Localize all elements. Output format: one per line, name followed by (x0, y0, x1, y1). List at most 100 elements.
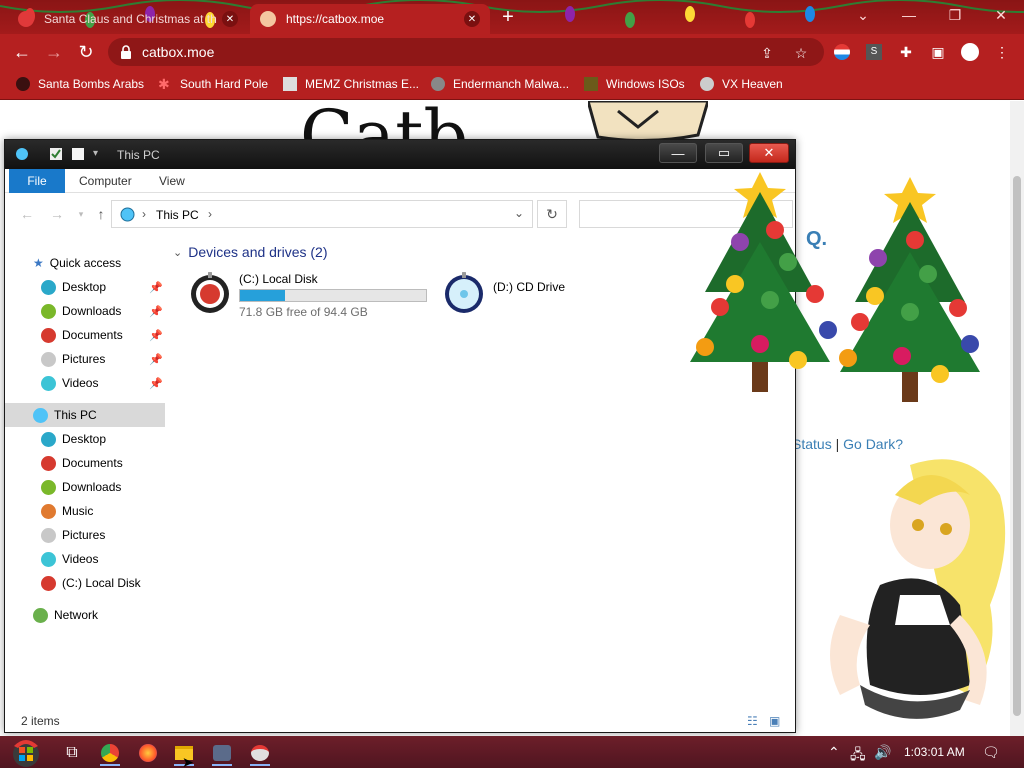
large-icons-view-icon[interactable]: ▣ (769, 714, 785, 728)
status-link[interactable]: Status (792, 436, 832, 452)
cd-drive-icon (445, 272, 483, 313)
nav-quick-downloads[interactable]: Downloads 📌 (5, 299, 165, 323)
tab-santa-claus[interactable]: Santa Claus and Christmas at th ✕ (8, 4, 248, 34)
minimize-button[interactable]: — (886, 0, 932, 30)
go-dark-link[interactable]: Go Dark? (843, 436, 903, 452)
properties-icon[interactable] (49, 147, 63, 161)
explorer-address-bar[interactable]: › This PC › ⌄ (111, 200, 533, 228)
drive-name: (C:) Local Disk (239, 272, 318, 286)
explorer-maximize-button[interactable]: ▭ (705, 143, 743, 163)
up-icon[interactable]: ↑ (93, 206, 109, 222)
nav-pc-documents[interactable]: Documents (5, 451, 165, 475)
close-tab-icon[interactable]: ✕ (222, 11, 238, 27)
lock-icon (121, 45, 131, 59)
chrome-menu-icon[interactable]: ⋮ (992, 42, 1012, 62)
music-icon (41, 503, 56, 519)
nav-quick-documents[interactable]: Documents 📌 (5, 323, 165, 347)
firefox-icon[interactable] (134, 740, 162, 766)
details-view-icon[interactable]: ☷ (747, 714, 763, 728)
address-bar[interactable]: catbox.moe ⇪ ☆ (108, 38, 824, 66)
nav-pc-pictures[interactable]: Pictures (5, 523, 165, 547)
extensions-puzzle-icon[interactable]: ✚ (896, 42, 916, 62)
breadcrumb-this-pc[interactable]: This PC (156, 208, 199, 222)
pin-icon: 📌 (149, 329, 163, 342)
back-icon[interactable]: ← (10, 40, 34, 64)
share-icon[interactable]: ⇪ (758, 44, 776, 62)
address-dropdown-icon[interactable]: ⌄ (514, 206, 524, 220)
close-window-button[interactable]: ✕ (978, 0, 1024, 30)
forward-icon[interactable]: → (49, 206, 65, 222)
nav-pc-downloads[interactable]: Downloads (5, 475, 165, 499)
start-button-icon[interactable] (8, 736, 44, 768)
bookmark-icon (16, 77, 30, 91)
nav-pc-local-disk[interactable]: (C:) Local Disk (5, 571, 165, 595)
nav-quick-access[interactable]: ★ Quick access (5, 251, 165, 275)
drive-d[interactable]: (D:) CD Drive (443, 272, 593, 320)
back-icon[interactable]: ← (19, 206, 35, 222)
nav-pc-desktop[interactable]: Desktop (5, 427, 165, 451)
show-hidden-icons-icon[interactable]: ⌃ (828, 744, 840, 761)
nav-pc-music[interactable]: Music (5, 499, 165, 523)
active-indicator (250, 764, 270, 766)
group-header-devices[interactable]: ⌄ Devices and drives (2) (173, 244, 328, 260)
pin-icon: 📌 (149, 281, 163, 294)
side-panel-icon[interactable]: ▣ (928, 42, 948, 62)
recent-locations-icon[interactable]: ▾ (73, 206, 89, 222)
bookmark-memz[interactable]: MEMZ Christmas E... (283, 77, 419, 91)
nav-network[interactable]: Network (5, 603, 165, 627)
url-text: catbox.moe (142, 44, 215, 60)
tab-search-icon[interactable]: ⌄ (840, 0, 886, 30)
explorer-close-button[interactable]: ✕ (749, 143, 789, 163)
clock[interactable]: 1:03:01 AM (904, 745, 965, 759)
nav-quick-videos[interactable]: Videos 📌 (5, 371, 165, 395)
bookmark-santa-bombs[interactable]: Santa Bombs Arabs (16, 77, 144, 91)
breadcrumb-chevron-icon[interactable]: › (208, 207, 212, 221)
profile-avatar-icon[interactable] (960, 42, 980, 62)
network-icon[interactable]: 🖧 (850, 744, 866, 768)
scrollbar-thumb[interactable] (1013, 176, 1021, 716)
bookmark-vx-heaven[interactable]: VX Heaven (700, 77, 783, 91)
task-view-icon[interactable]: ⧉ (58, 740, 86, 766)
tab-view[interactable]: View (145, 169, 199, 193)
restore-button[interactable]: ❐ (932, 0, 978, 30)
app-icon[interactable] (208, 740, 236, 766)
drive-usage-fill (240, 290, 285, 301)
bookmark-icon (700, 77, 714, 91)
reload-icon[interactable]: ↻ (74, 40, 98, 64)
customize-quick-access-icon[interactable]: ▾ (93, 148, 107, 162)
volume-icon[interactable]: 🔊 (874, 744, 891, 761)
nav-quick-pictures[interactable]: Pictures 📌 (5, 347, 165, 371)
app-icon-2[interactable] (246, 740, 274, 766)
drive-free-space: 71.8 GB free of 94.4 GB (239, 305, 368, 319)
new-folder-icon[interactable] (71, 147, 85, 161)
nav-pc-videos[interactable]: Videos (5, 547, 165, 571)
close-tab-icon[interactable]: ✕ (464, 11, 480, 27)
tab-file[interactable]: File (9, 169, 65, 193)
active-indicator (212, 764, 232, 766)
nav-this-pc[interactable]: This PC (5, 403, 165, 427)
bookmark-endermanch[interactable]: Endermanch Malwa... (431, 77, 569, 91)
refresh-button[interactable]: ↻ (537, 200, 567, 228)
tab-catbox[interactable]: https://catbox.moe ✕ (250, 4, 490, 34)
bookmark-star-icon[interactable]: ☆ (792, 44, 810, 62)
nav-quick-desktop[interactable]: Desktop 📌 (5, 275, 165, 299)
bookmark-south-hard-pole[interactable]: ✱ South Hard Pole (158, 77, 268, 91)
snowflake-icon: ✱ (158, 76, 170, 92)
new-tab-button[interactable]: + (496, 6, 520, 30)
extension-s-icon[interactable]: S (864, 42, 884, 62)
link-separator: | (835, 436, 840, 452)
drive-c[interactable]: (C:) Local Disk 71.8 GB free of 94.4 GB (189, 272, 439, 320)
address-row: ← → ▾ ↑ › This PC › ⌄ ↻ (5, 198, 795, 230)
explorer-minimize-button[interactable]: — (659, 143, 697, 163)
chrome-icon[interactable] (96, 740, 124, 766)
christmas-tree-decoration (690, 172, 837, 392)
forward-icon[interactable]: → (42, 40, 66, 64)
explorer-title-bar[interactable]: ▾ This PC — ▭ ✕ (5, 140, 795, 169)
bookmark-windows-isos[interactable]: Windows ISOs (584, 77, 685, 91)
tab-computer[interactable]: Computer (65, 169, 146, 193)
pictures-icon (41, 351, 56, 367)
notification-icon[interactable]: 🗨 (982, 744, 1000, 761)
bookmark-icon (584, 77, 598, 91)
extension-flag-icon[interactable] (832, 42, 852, 62)
desktop-icon (41, 431, 56, 447)
